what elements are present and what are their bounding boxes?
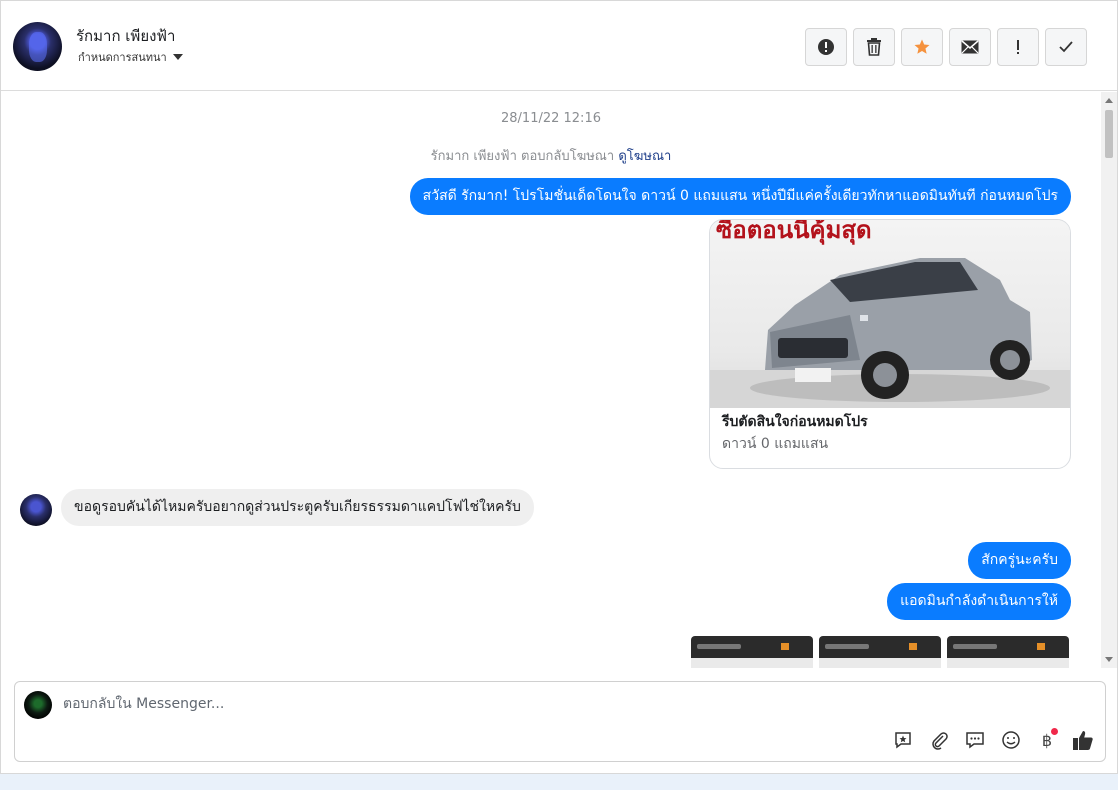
emoji-button[interactable] [999, 728, 1023, 752]
saved-reply-icon [895, 732, 911, 749]
attach-button[interactable] [927, 728, 951, 752]
pickup-truck-image [710, 258, 1070, 408]
conversation-panel: รักมาก เพียงฟ้า กำหนดการสนทนา 28/11/22 1… [0, 0, 1118, 774]
ad-card-subtitle: ดาวน์ 0 แถมแสน [722, 436, 829, 452]
message-bubble-outgoing: แอดมินกำลังดำเนินการให้ [887, 583, 1071, 620]
image-attachment-thumbnail[interactable] [691, 636, 813, 668]
emoji-icon [1002, 731, 1020, 749]
scrollbar-thumb[interactable] [1105, 110, 1113, 158]
check-icon [1059, 41, 1073, 53]
star-icon [914, 39, 930, 54]
message-composer: ฿ [14, 681, 1106, 762]
mark-done-button[interactable] [1045, 28, 1087, 66]
quick-replies-button[interactable] [963, 728, 987, 752]
contact-name[interactable]: รักมาก เพียงฟ้า [76, 24, 175, 48]
thread-scrollbar[interactable] [1101, 92, 1117, 668]
header-actions [805, 28, 1087, 66]
ad-reply-text: รักมาก เพียงฟ้า ตอบกลับโฆษณา [430, 149, 615, 164]
image-attachments [691, 636, 1069, 668]
message-timestamp: 28/11/22 12:16 [501, 111, 601, 126]
mark-unread-button[interactable] [949, 28, 991, 66]
follow-up-button[interactable] [997, 28, 1039, 66]
scroll-up-arrow-icon[interactable] [1105, 98, 1113, 103]
scroll-down-arrow-icon[interactable] [1105, 657, 1113, 662]
trash-icon [867, 38, 881, 56]
image-attachment-thumbnail[interactable] [947, 636, 1069, 668]
caret-down-icon [172, 54, 183, 60]
notification-dot [1051, 728, 1058, 735]
conversation-header: รักมาก เพียงฟ้า กำหนดการสนทนา [1, 1, 1117, 91]
reply-input[interactable] [63, 692, 963, 716]
exclamation-icon [1017, 40, 1019, 54]
star-button[interactable] [901, 28, 943, 66]
message-bubble-outgoing: สักครู่นะครับ [968, 542, 1071, 579]
ad-card-title: รีบตัดสินใจก่อนหมดโปร [722, 414, 868, 430]
assign-label: กำหนดการสนทนา [78, 51, 167, 64]
mail-icon [961, 40, 979, 54]
payment-button[interactable]: ฿ [1035, 728, 1059, 752]
message-bubble-outgoing: สวัสดี รักมาก! โปรโมชั่นเด็ดโดนใจ ดาวน์ … [409, 178, 1071, 215]
image-attachment-thumbnail[interactable] [819, 636, 941, 668]
message-bubble-incoming: ขอดูรอบคันได้ไหมครับอยากดูส่วนประตูครับเ… [61, 489, 534, 526]
like-button[interactable] [1071, 728, 1095, 752]
view-ad-link[interactable]: ดูโฆษณา [618, 149, 671, 164]
attach-icon [932, 732, 948, 750]
contact-avatar[interactable] [13, 22, 62, 71]
chat-bubbles-icon [966, 732, 984, 749]
composer-tools: ฿ [891, 728, 1095, 752]
mark-spam-button[interactable] [805, 28, 847, 66]
thumbs-up-icon [1073, 731, 1093, 750]
contact-avatar-small [20, 494, 52, 526]
message-thread[interactable]: 28/11/22 12:16 รักมาก เพียงฟ้า ตอบกลับโฆ… [1, 92, 1101, 668]
alert-circle-icon [818, 39, 834, 55]
assign-conversation-dropdown[interactable]: กำหนดการสนทนา [78, 48, 183, 66]
delete-button[interactable] [853, 28, 895, 66]
saved-reply-button[interactable] [891, 728, 915, 752]
page-avatar [24, 691, 52, 719]
ad-reply-notice: รักมาก เพียงฟ้า ตอบกลับโฆษณา ดูโฆษณา [1, 145, 1101, 166]
ad-card-image: ซื้อตอนนี้คุ้มสุด [710, 220, 1070, 408]
ad-card[interactable]: ซื้อตอนนี้คุ้มสุด รีบตัดสินใจก่อนหมดโปร … [709, 219, 1071, 469]
